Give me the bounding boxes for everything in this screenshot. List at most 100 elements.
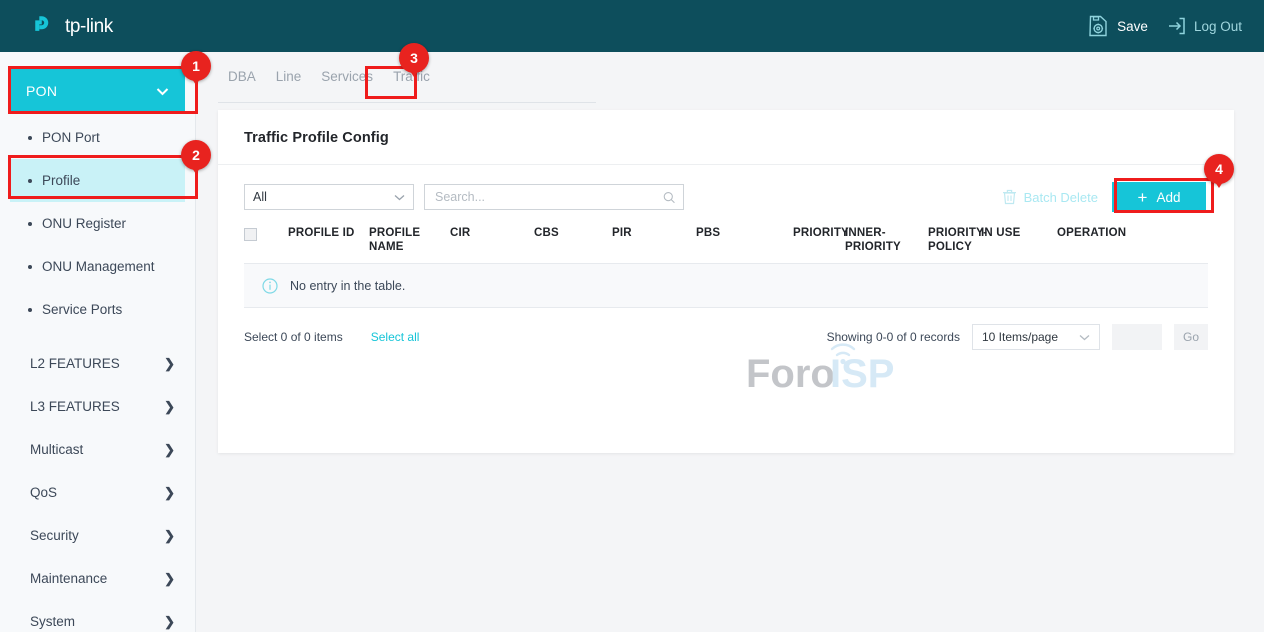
annotation-badge-4: 4 (1204, 154, 1234, 184)
bullet-icon (28, 222, 32, 226)
logout-label: Log Out (1194, 19, 1242, 34)
chevron-right-icon: ❯ (164, 356, 175, 372)
column-pbs: PBS (696, 226, 793, 240)
sidebar-item-service-ports[interactable]: Service Ports (0, 288, 195, 331)
save-label: Save (1117, 19, 1148, 34)
bullet-icon (28, 179, 32, 183)
page-title: Traffic Profile Config (218, 110, 1234, 146)
tab-dba[interactable]: DBA (218, 67, 266, 94)
filter-select[interactable]: All (244, 184, 414, 210)
sidebar-item-profile[interactable]: Profile (10, 159, 185, 202)
chevron-down-icon (156, 87, 169, 96)
annotation-badge-3: 3 (399, 43, 429, 73)
app-window: tp-link Save (0, 0, 1264, 632)
column-priority-policy: PRIORITY-POLICY (928, 226, 981, 254)
pon-menu-label: PON (26, 83, 57, 99)
tplink-logo[interactable]: tp-link (32, 13, 113, 39)
records-count-text: Showing 0-0 of 0 records (827, 330, 960, 344)
search-box[interactable] (424, 184, 684, 210)
sidebar-item-onu-management[interactable]: ONU Management (0, 245, 195, 288)
document-gear-icon (1088, 15, 1109, 37)
column-inner-priority: INNER-PRIORITY (845, 226, 928, 254)
profile-tabs: DBA Line Services Traffic (218, 67, 596, 103)
add-button[interactable]: + Add (1112, 182, 1206, 212)
column-operation: OPERATION (1057, 226, 1152, 240)
table-empty-row: No entry in the table. (244, 264, 1208, 308)
batch-delete-button[interactable]: Batch Delete (1002, 189, 1098, 205)
bullet-icon (28, 265, 32, 269)
pon-submenu: PON Port Profile ONU Register ONU Manage… (0, 116, 195, 331)
tab-services[interactable]: Services (311, 67, 383, 94)
pagination-controls: Showing 0-0 of 0 records 10 Items/page G… (827, 324, 1208, 350)
chevron-right-icon: ❯ (164, 399, 175, 415)
sidebar-item-security[interactable]: Security ❯ (0, 514, 195, 557)
annotation-badge-1: 1 (181, 51, 211, 81)
pon-menu-group[interactable]: PON (10, 69, 185, 113)
chevron-right-icon: ❯ (164, 485, 175, 501)
trash-icon (1002, 189, 1017, 205)
profile-table: PROFILE ID PROFILE NAME CIR CBS PIR PBS … (244, 226, 1208, 308)
annotation-badge-2: 2 (181, 140, 211, 170)
search-input[interactable] (433, 189, 663, 205)
chevron-down-icon (1079, 334, 1090, 341)
column-cir: CIR (450, 226, 534, 240)
tplink-logo-icon (32, 13, 58, 39)
column-profile-id: PROFILE ID (288, 226, 369, 240)
go-button[interactable]: Go (1174, 324, 1208, 350)
sidebar-item-pon-port[interactable]: PON Port (0, 116, 195, 159)
save-button[interactable]: Save (1088, 15, 1148, 37)
sidebar-group-label: L3 FEATURES (30, 399, 120, 414)
add-label: Add (1156, 190, 1180, 205)
tplink-logo-text: tp-link (65, 17, 113, 36)
sidebar-group-label: Maintenance (30, 571, 107, 586)
sidebar-item-label: PON Port (42, 130, 100, 145)
filter-select-value: All (253, 190, 267, 204)
search-icon[interactable] (663, 191, 675, 204)
chevron-right-icon: ❯ (164, 571, 175, 587)
bullet-icon (28, 136, 32, 140)
sidebar-group-label: System (30, 614, 75, 629)
bullet-icon (28, 308, 32, 312)
sidebar-item-l2-features[interactable]: L2 FEATURES ❯ (0, 342, 195, 385)
sidebar-group-label: QoS (30, 485, 57, 500)
column-priority: PRIORITY (793, 226, 845, 240)
chevron-right-icon: ❯ (164, 528, 175, 544)
sidebar-item-onu-register[interactable]: ONU Register (0, 202, 195, 245)
selection-count-text: Select 0 of 0 items (244, 330, 343, 344)
empty-table-message: No entry in the table. (290, 279, 405, 293)
plus-icon: + (1138, 189, 1148, 206)
chevron-right-icon: ❯ (164, 442, 175, 458)
sidebar-item-label: ONU Management (42, 259, 155, 274)
sidebar-group-label: Security (30, 528, 79, 543)
sidebar-item-l3-features[interactable]: L3 FEATURES ❯ (0, 385, 195, 428)
page-number-input[interactable] (1112, 324, 1162, 350)
sidebar-navigation: PON PON Port Profile ONU Register ONU Ma… (0, 52, 196, 632)
toolbar-right-actions: Batch Delete + Add (1002, 182, 1206, 212)
sidebar-group-label: L2 FEATURES (30, 356, 120, 371)
sidebar-item-system[interactable]: System ❯ (0, 600, 195, 632)
logout-button[interactable]: Log Out (1166, 16, 1242, 36)
top-header-bar: tp-link Save (0, 0, 1264, 52)
sidebar-item-label: ONU Register (42, 216, 126, 231)
chevron-right-icon: ❯ (164, 614, 175, 630)
chevron-down-icon (394, 194, 405, 201)
page-size-select[interactable]: 10 Items/page (972, 324, 1100, 350)
column-pir: PIR (612, 226, 696, 240)
header-actions: Save Log Out (1088, 15, 1242, 37)
sidebar-item-multicast[interactable]: Multicast ❯ (0, 428, 195, 471)
main-content: DBA Line Services Traffic Traffic Profil… (196, 52, 1264, 632)
header-select-all-checkbox[interactable] (244, 228, 257, 241)
sidebar-item-qos[interactable]: QoS ❯ (0, 471, 195, 514)
batch-delete-label: Batch Delete (1024, 190, 1098, 205)
tab-line[interactable]: Line (266, 67, 312, 94)
traffic-profile-card: Traffic Profile Config All (218, 110, 1234, 453)
page-size-value: 10 Items/page (982, 330, 1058, 344)
select-all-link[interactable]: Select all (371, 330, 420, 344)
table-header-row: PROFILE ID PROFILE NAME CIR CBS PIR PBS … (244, 226, 1208, 264)
column-in-use: IN USE (981, 226, 1057, 240)
column-cbs: CBS (534, 226, 612, 240)
menu-spacer (0, 331, 195, 342)
column-profile-name: PROFILE NAME (369, 226, 450, 254)
sidebar-item-maintenance[interactable]: Maintenance ❯ (0, 557, 195, 600)
info-icon (262, 278, 278, 294)
